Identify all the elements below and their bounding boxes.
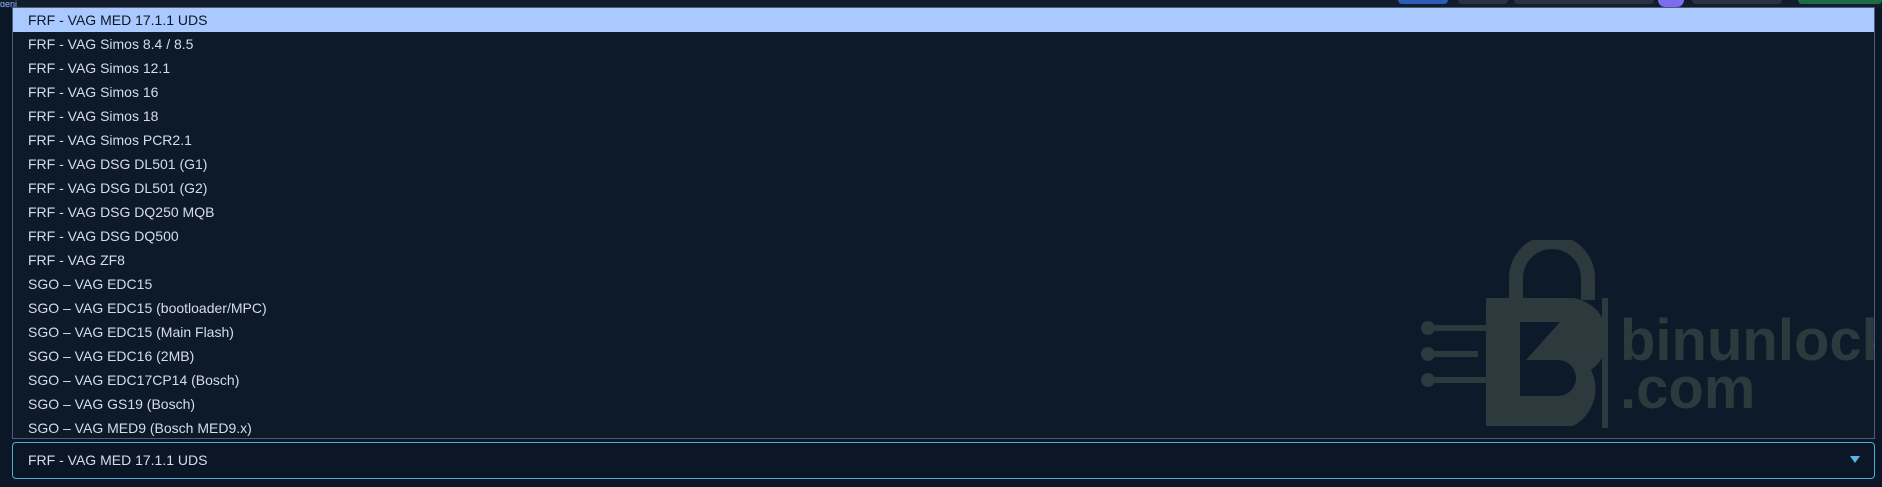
- dropdown-option[interactable]: SGO – VAG EDC16 (2MB): [13, 344, 1874, 368]
- dropdown-option[interactable]: SGO – VAG EDC15 (Main Flash): [13, 320, 1874, 344]
- dropdown-option[interactable]: FRF - VAG Simos PCR2.1: [13, 128, 1874, 152]
- select-current-value: FRF - VAG MED 17.1.1 UDS: [28, 452, 208, 468]
- dropdown-option[interactable]: FRF - VAG DSG DL501 (G1): [13, 152, 1874, 176]
- dropdown-option[interactable]: SGO – VAG GS19 (Bosch): [13, 392, 1874, 416]
- toolbar-input-fragment[interactable]: [1514, 0, 1654, 4]
- dropdown-option[interactable]: FRF - VAG Simos 16: [13, 80, 1874, 104]
- toolbar-button-fragment[interactable]: [1398, 0, 1448, 4]
- dropdown-option[interactable]: SGO – VAG EDC15 (bootloader/MPC): [13, 296, 1874, 320]
- firmware-select[interactable]: FRF - VAG MED 17.1.1 UDS: [12, 442, 1875, 479]
- dropdown-option[interactable]: FRF - VAG ZF8: [13, 248, 1874, 272]
- dropdown-option[interactable]: SGO – VAG MED9 (Bosch MED9.x): [13, 416, 1874, 438]
- dropdown-option[interactable]: FRF - VAG Simos 12.1: [13, 56, 1874, 80]
- toolbar-button-fragment[interactable]: [1458, 0, 1508, 4]
- dropdown-option[interactable]: FRF - VAG DSG DQ500: [13, 224, 1874, 248]
- avatar[interactable]: [1658, 0, 1684, 7]
- chevron-down-icon[interactable]: [1850, 456, 1860, 463]
- toolbar-button-fragment[interactable]: [1798, 0, 1882, 4]
- toolbar-button-fragment[interactable]: [1692, 0, 1782, 4]
- dropdown-option[interactable]: FRF - VAG Simos 18: [13, 104, 1874, 128]
- dropdown-option[interactable]: SGO – VAG EDC15: [13, 272, 1874, 296]
- dropdown-option[interactable]: FRF - VAG DSG DQ250 MQB: [13, 200, 1874, 224]
- dropdown-option[interactable]: FRF - VAG DSG DL501 (G2): [13, 176, 1874, 200]
- dropdown-options-list[interactable]: binunlock .com FRF - VAG MED 17.1.1 UDS F…: [12, 7, 1875, 439]
- dropdown-option[interactable]: FRF - VAG MED 17.1.1 UDS: [13, 8, 1874, 32]
- dropdown-option[interactable]: FRF - VAG Simos 8.4 / 8.5: [13, 32, 1874, 56]
- top-edge-label: geni: [0, 0, 18, 7]
- dropdown-option[interactable]: SGO – VAG EDC17CP14 (Bosch): [13, 368, 1874, 392]
